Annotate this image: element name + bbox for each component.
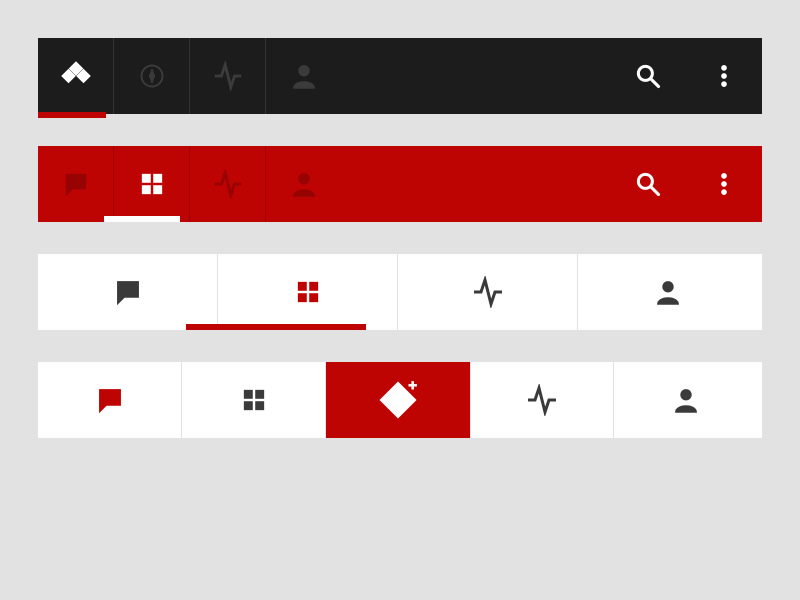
more-button[interactable]: [686, 146, 762, 222]
tab-profile[interactable]: [578, 254, 758, 330]
chat-icon: [114, 278, 142, 306]
toolbar-dark: [38, 38, 762, 114]
toolbar-red: [38, 146, 762, 222]
compass-icon: [138, 62, 166, 90]
tab-profile[interactable]: [614, 362, 758, 438]
toolbar-white-block: [38, 362, 762, 438]
more-vertical-icon: [711, 171, 737, 197]
tab-add[interactable]: [326, 362, 470, 438]
tab-chat[interactable]: [38, 362, 182, 438]
activity-icon: [472, 276, 504, 308]
activity-icon: [213, 169, 243, 199]
active-tab-indicator: [38, 112, 106, 118]
more-button[interactable]: [686, 38, 762, 114]
search-icon: [634, 170, 662, 198]
search-button[interactable]: [610, 38, 686, 114]
tab-grid[interactable]: [114, 146, 190, 222]
user-icon: [290, 170, 318, 198]
grid-icon: [295, 279, 321, 305]
active-tab-indicator: [186, 324, 366, 330]
tab-chat[interactable]: [38, 146, 114, 222]
diamond-tiles-icon: [61, 61, 91, 91]
tab-activity[interactable]: [470, 362, 614, 438]
activity-icon: [526, 384, 558, 416]
tab-activity[interactable]: [190, 38, 266, 114]
tab-explore[interactable]: [114, 38, 190, 114]
tab-grid[interactable]: [182, 362, 326, 438]
grid-icon: [139, 171, 165, 197]
user-icon: [672, 386, 700, 414]
activity-icon: [213, 61, 243, 91]
tab-chat[interactable]: [38, 254, 218, 330]
tab-home[interactable]: [38, 38, 114, 114]
grid-icon: [241, 387, 267, 413]
tab-activity[interactable]: [398, 254, 578, 330]
user-icon: [290, 62, 318, 90]
tab-activity[interactable]: [190, 146, 266, 222]
diamond-add-icon: [377, 379, 419, 421]
search-button[interactable]: [610, 146, 686, 222]
user-icon: [654, 278, 682, 306]
active-tab-indicator: [104, 216, 180, 222]
tab-profile[interactable]: [266, 38, 342, 114]
chat-icon: [96, 386, 124, 414]
search-icon: [634, 62, 662, 90]
tab-grid[interactable]: [218, 254, 398, 330]
tab-profile[interactable]: [266, 146, 342, 222]
chat-icon: [63, 171, 89, 197]
more-vertical-icon: [711, 63, 737, 89]
toolbar-white-underline: [38, 254, 762, 330]
